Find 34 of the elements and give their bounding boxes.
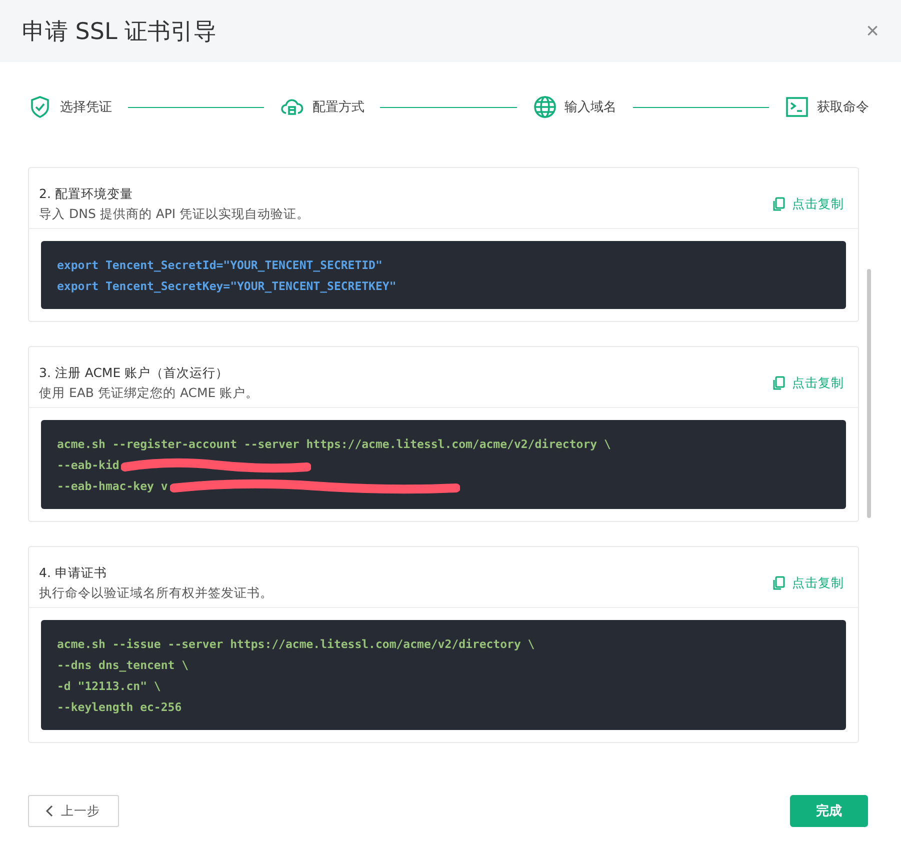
step-label: 获取命令	[816, 99, 869, 116]
card-description: 执行命令以验证域名所有权并签发证书。	[39, 584, 273, 602]
step-label: 输入域名	[564, 99, 617, 116]
copy-icon	[773, 197, 785, 211]
card-title: 4. 申请证书	[39, 564, 108, 582]
code-line: acme.sh --issue --server https://acme.litessl.com/acme/v2/directory \	[57, 636, 535, 653]
scrollbar[interactable]	[867, 269, 871, 518]
code-line: --keylength ec-256	[57, 699, 182, 716]
copy-button[interactable]: 点击复制	[773, 196, 844, 212]
chevron-left-icon	[45, 805, 53, 817]
finish-button[interactable]: 完成	[790, 795, 868, 827]
code-line: acme.sh --register-account --server https://acme.litessl.com/acme/v2/directory \	[57, 436, 611, 453]
card-title: 2. 配置环境变量	[39, 186, 134, 202]
close-button[interactable]: ×	[866, 18, 879, 44]
code-line: export Tencent_SecretKey="YOUR_TENCENT_SECRETKEY"	[57, 278, 396, 295]
copy-button[interactable]: 点击复制	[773, 574, 844, 592]
globe-icon	[532, 95, 557, 119]
shield-check-icon	[28, 95, 52, 119]
copy-icon	[773, 376, 785, 390]
step-label: 配置方式	[312, 99, 364, 116]
card-title: 3. 注册 ACME 账户（首次运行）	[39, 364, 230, 382]
code-line: --dns dns_tencent \	[57, 657, 189, 674]
card-description: 使用 EAB 凭证绑定您的 ACME 账户。	[39, 384, 259, 402]
copy-button[interactable]: 点击复制	[773, 374, 844, 392]
code-line: --eab-hmac-key v	[57, 478, 168, 495]
dialog-title: 申请 SSL 证书引导	[22, 18, 217, 46]
code-line: export Tencent_SecretId="YOUR_TENCENT_SECRETID"	[57, 257, 382, 274]
step-label: 选择凭证	[60, 99, 112, 116]
code-line: -d "12113.cn" \	[57, 678, 161, 695]
card-description: 导入 DNS 提供商的 API 凭证以实现自动验证。	[39, 206, 310, 222]
terminal-icon	[784, 95, 809, 119]
copy-icon	[773, 576, 785, 590]
back-button[interactable]: 上一步	[28, 795, 119, 827]
code-line: --eab-kid	[57, 457, 120, 474]
